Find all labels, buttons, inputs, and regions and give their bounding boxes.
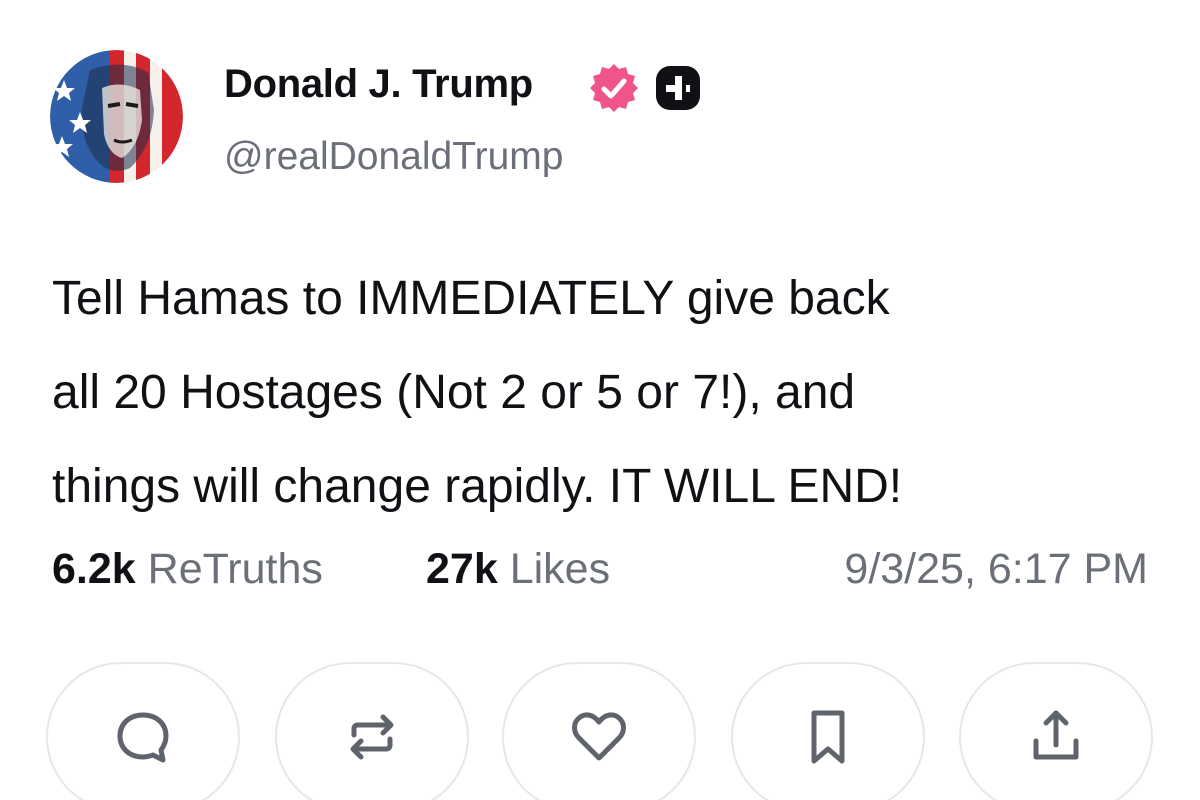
reply-icon bbox=[117, 712, 169, 763]
likes-stat[interactable]: 27k Likes bbox=[426, 545, 610, 594]
avatar-flag-portrait-icon bbox=[50, 50, 183, 183]
share-button[interactable] bbox=[959, 662, 1153, 800]
retruths-label: ReTruths bbox=[147, 545, 323, 593]
post-body-line: things will change rapidly. IT WILL END! bbox=[52, 460, 903, 513]
avatar[interactable] bbox=[50, 50, 183, 183]
retruths-count: 6.2k bbox=[52, 545, 136, 593]
likes-label: Likes bbox=[509, 545, 611, 593]
plus-badge-icon bbox=[654, 64, 702, 112]
author-handle[interactable]: @realDonaldTrump bbox=[224, 135, 563, 179]
post-timestamp[interactable]: 9/3/25, 6:17 PM bbox=[844, 545, 1148, 594]
post-card: Donald J. Trump @realDonaldTrump Tell Ha… bbox=[0, 0, 1200, 800]
post-stats: 6.2k ReTruths 27k Likes 9/3/25, 6:17 PM bbox=[52, 545, 1152, 605]
like-button[interactable] bbox=[502, 662, 696, 800]
reply-button[interactable] bbox=[46, 662, 240, 800]
retruths-stat[interactable]: 6.2k ReTruths bbox=[52, 545, 323, 594]
author-display-name[interactable]: Donald J. Trump bbox=[224, 62, 533, 107]
retruth-button[interactable] bbox=[275, 662, 469, 800]
bookmark-button[interactable] bbox=[731, 662, 925, 800]
verified-checkmark-icon bbox=[588, 62, 640, 114]
like-heart-icon bbox=[572, 712, 626, 761]
share-icon bbox=[1033, 710, 1079, 760]
retruth-icon bbox=[350, 714, 394, 760]
post-body: Tell Hamas to IMMEDIATELY give back all … bbox=[52, 252, 1182, 534]
likes-count: 27k bbox=[426, 545, 498, 593]
action-bar bbox=[46, 662, 1156, 800]
post-body-line: Tell Hamas to IMMEDIATELY give back bbox=[52, 272, 890, 325]
bookmark-icon bbox=[811, 710, 845, 764]
post-body-line: all 20 Hostages (Not 2 or 5 or 7!), and bbox=[52, 366, 856, 419]
